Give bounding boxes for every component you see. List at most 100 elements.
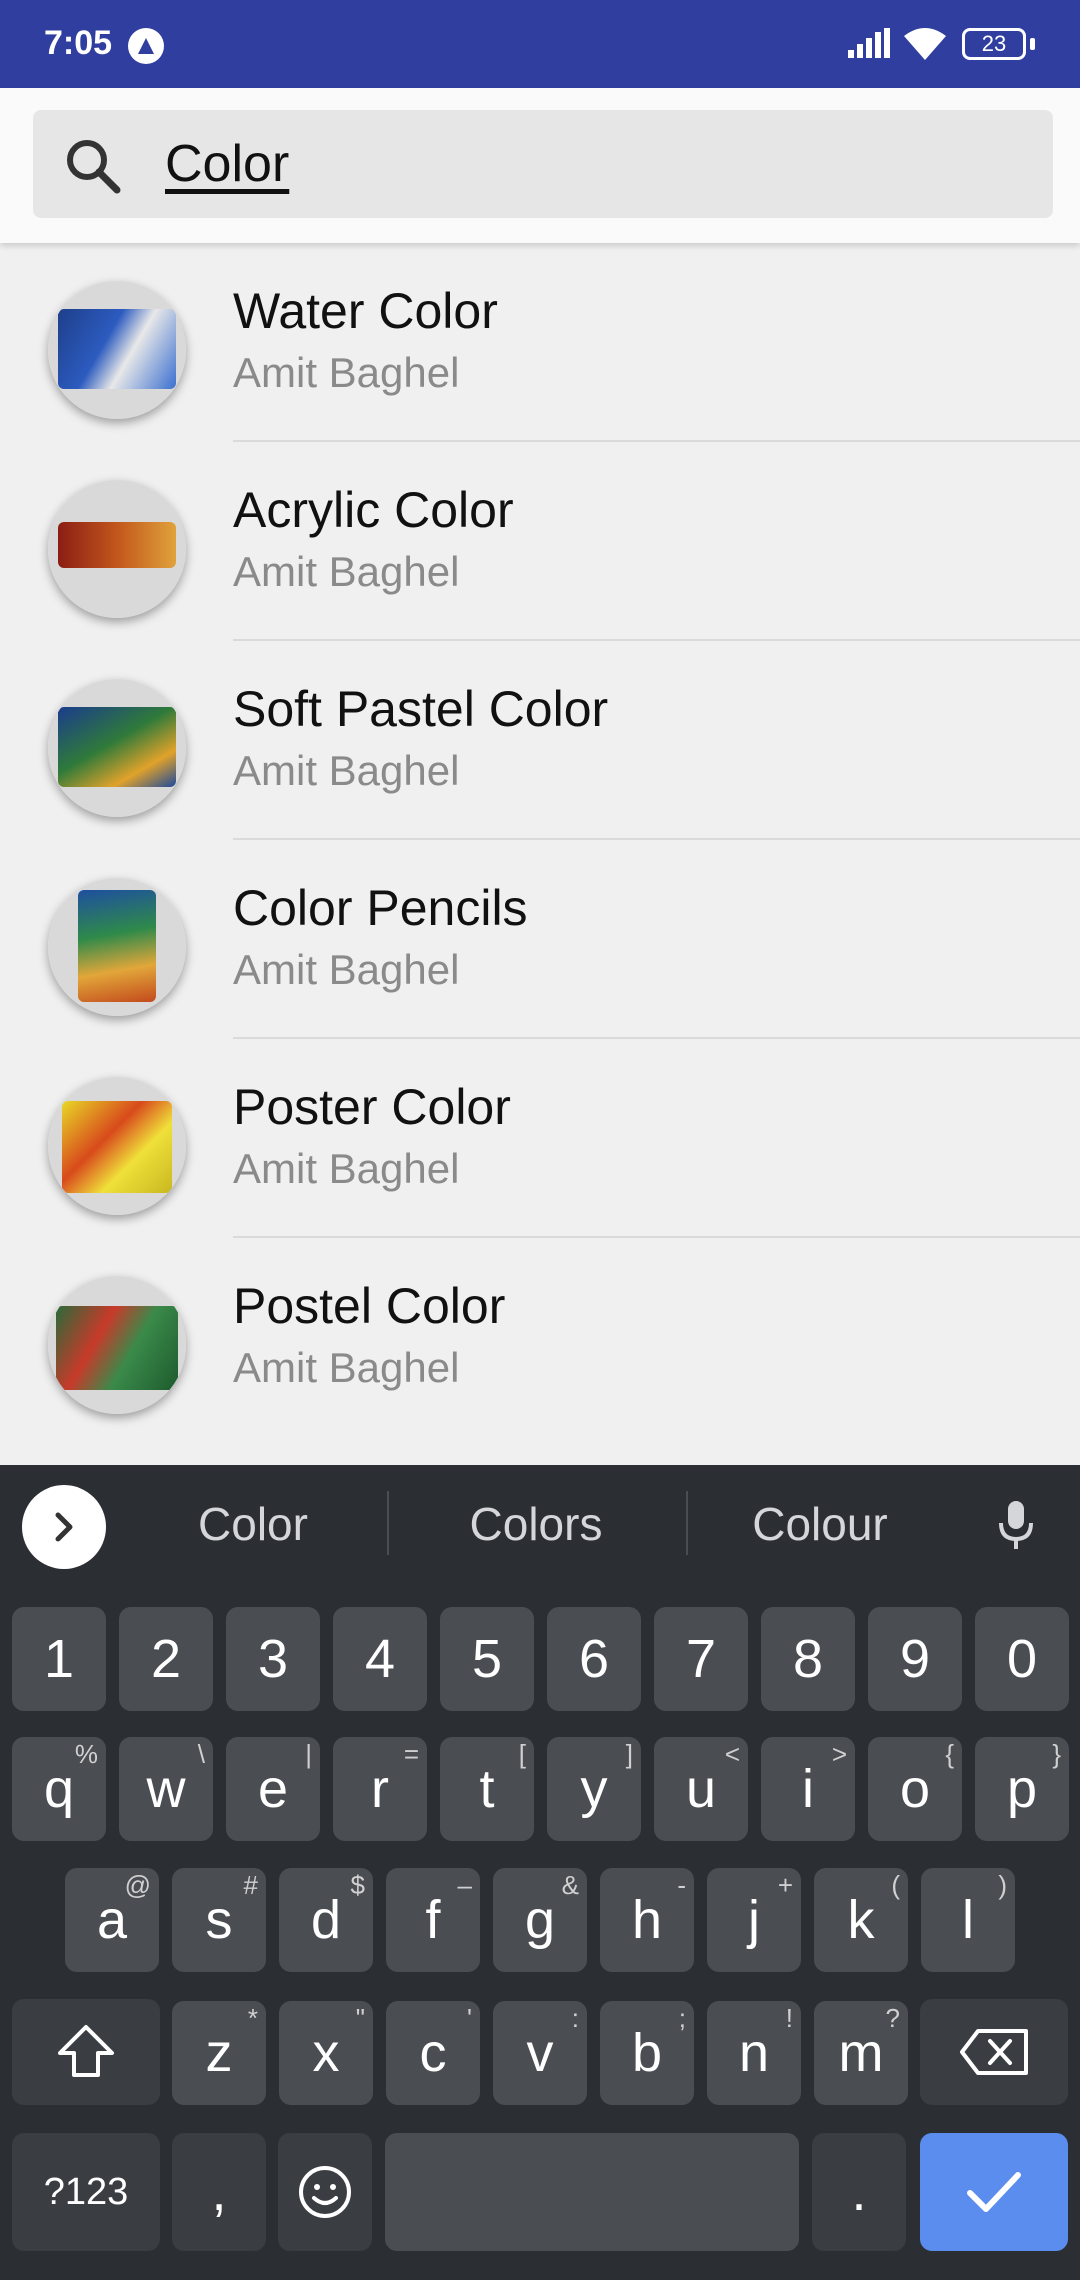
- key-0[interactable]: 0: [975, 1607, 1069, 1711]
- key-t-label: t: [479, 1759, 495, 1819]
- product-thumbnail: [48, 281, 186, 419]
- list-item[interactable]: Acrylic Color Amit Baghel: [0, 442, 1080, 641]
- key-z[interactable]: z *: [172, 2001, 266, 2105]
- key-f[interactable]: f –: [386, 1868, 480, 1972]
- key-i-label: i: [802, 1759, 814, 1819]
- backspace-key[interactable]: [920, 1999, 1068, 2105]
- key-q-label: q: [43, 1759, 75, 1819]
- key-h[interactable]: h-: [600, 1868, 694, 1972]
- key-9-label: 9: [899, 1629, 931, 1689]
- item-subtitle: Amit Baghel: [233, 1145, 460, 1192]
- item-subtitle: Amit Baghel: [233, 1344, 460, 1391]
- list-item[interactable]: Water Color Amit Baghel: [0, 243, 1080, 442]
- period-key[interactable]: .: [812, 2133, 906, 2251]
- key-l[interactable]: l): [921, 1868, 1015, 1972]
- key-d[interactable]: d $: [279, 1868, 373, 1972]
- item-title: Postel Color: [233, 1278, 506, 1334]
- key-v[interactable]: v:: [493, 2001, 587, 2105]
- results-list: Water Color Amit Baghel Acrylic Color Am…: [0, 243, 1080, 1435]
- suggestion-1[interactable]: Color: [123, 1497, 383, 1551]
- key-p[interactable]: p}: [975, 1737, 1069, 1841]
- key-hint: ): [998, 1870, 1007, 1900]
- product-thumbnail: [48, 480, 186, 618]
- key-r[interactable]: r =: [333, 1737, 427, 1841]
- key-g[interactable]: g &: [493, 1868, 587, 1972]
- key-t[interactable]: t[: [440, 1737, 534, 1841]
- search-box[interactable]: [33, 110, 1053, 218]
- key-j-label: j: [748, 1890, 760, 1950]
- item-title: Color Pencils: [233, 880, 528, 936]
- key-f-label: f: [425, 1890, 441, 1950]
- key-hint: >: [831, 1739, 847, 1769]
- product-thumbnail: [48, 1276, 186, 1414]
- key-8-label: 8: [792, 1629, 824, 1689]
- key-hint: -: [677, 1870, 686, 1900]
- search-icon[interactable]: [63, 136, 123, 201]
- key-x[interactable]: x ": [279, 2001, 373, 2105]
- key-7[interactable]: 7: [654, 1607, 748, 1711]
- key-e[interactable]: e |: [226, 1737, 320, 1841]
- status-bar: 7:05 23: [0, 0, 1080, 88]
- item-title: Poster Color: [233, 1079, 511, 1135]
- key-p-label: p: [1006, 1759, 1038, 1819]
- product-thumbnail: [48, 679, 186, 817]
- key-hint: |: [305, 1739, 312, 1769]
- enter-key[interactable]: [920, 2133, 1068, 2251]
- key-n[interactable]: n!: [707, 2001, 801, 2105]
- list-item[interactable]: Postel Color Amit Baghel: [0, 1238, 1080, 1435]
- key-b[interactable]: b;: [600, 2001, 694, 2105]
- key-q[interactable]: q%: [12, 1737, 106, 1841]
- key-i[interactable]: i >: [761, 1737, 855, 1841]
- key-5[interactable]: 5: [440, 1607, 534, 1711]
- list-item[interactable]: Color Pencils Amit Baghel: [0, 840, 1080, 1039]
- key-c-label: c: [419, 2023, 447, 2083]
- item-title: Water Color: [233, 283, 498, 339]
- item-title: Acrylic Color: [233, 482, 514, 538]
- key-9[interactable]: 9: [868, 1607, 962, 1711]
- key-7-label: 7: [685, 1629, 717, 1689]
- key-c[interactable]: c ': [386, 2001, 480, 2105]
- keyboard: Color Colors Colour 1 2 3 4 5 6 7 8 9 0 q% w \ e | r = t[…: [0, 1465, 1080, 2280]
- app-notification-icon: [128, 28, 164, 64]
- key-j[interactable]: j +: [707, 1868, 801, 1972]
- key-w[interactable]: w \: [119, 1737, 213, 1841]
- emoji-key[interactable]: [278, 2133, 372, 2251]
- key-6[interactable]: 6: [547, 1607, 641, 1711]
- key-hint: &: [561, 1870, 579, 1900]
- key-k[interactable]: k(: [814, 1868, 908, 1972]
- suggestion-3[interactable]: Colour: [690, 1497, 950, 1551]
- key-hint: +: [777, 1870, 793, 1900]
- key-g-label: g: [524, 1890, 556, 1950]
- key-u-label: u: [685, 1759, 717, 1819]
- key-1-label: 1: [43, 1629, 75, 1689]
- key-m[interactable]: m?: [814, 2001, 908, 2105]
- key-y[interactable]: y]: [547, 1737, 641, 1841]
- key-0-label: 0: [1006, 1629, 1038, 1689]
- key-x-label: x: [312, 2023, 340, 2083]
- key-4[interactable]: 4: [333, 1607, 427, 1711]
- key-2[interactable]: 2: [119, 1607, 213, 1711]
- key-k-label: k: [847, 1890, 875, 1950]
- key-u[interactable]: u <: [654, 1737, 748, 1841]
- search-input[interactable]: [165, 130, 1025, 198]
- expand-toolbar-button[interactable]: [22, 1485, 106, 1569]
- key-hint: =: [403, 1739, 419, 1769]
- key-a-label: a: [96, 1890, 128, 1950]
- key-hint: \: [197, 1739, 205, 1769]
- list-item[interactable]: Soft Pastel Color Amit Baghel: [0, 641, 1080, 840]
- microphone-icon[interactable]: [996, 1499, 1036, 1556]
- suggestion-2[interactable]: Colors: [406, 1497, 666, 1551]
- key-3[interactable]: 3: [226, 1607, 320, 1711]
- key-hint: #: [243, 1870, 258, 1900]
- list-item[interactable]: Poster Color Amit Baghel: [0, 1039, 1080, 1238]
- key-1[interactable]: 1: [12, 1607, 106, 1711]
- symbols-key[interactable]: ?123: [12, 2133, 160, 2251]
- key-hint: *: [247, 2003, 258, 2033]
- key-8[interactable]: 8: [761, 1607, 855, 1711]
- key-s[interactable]: s #: [172, 1868, 266, 1972]
- key-a[interactable]: a @: [65, 1868, 159, 1972]
- shift-key[interactable]: [12, 1999, 160, 2105]
- key-o[interactable]: o{: [868, 1737, 962, 1841]
- comma-key[interactable]: ,: [172, 2133, 266, 2251]
- spacebar[interactable]: [385, 2133, 799, 2251]
